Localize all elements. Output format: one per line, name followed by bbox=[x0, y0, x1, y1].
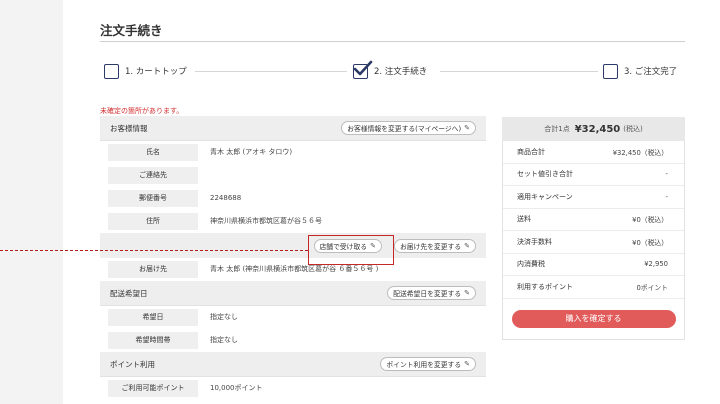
step-order-procedure: 2. 注文手続き bbox=[353, 60, 428, 79]
customer-row-contact: ご連絡先 bbox=[100, 164, 486, 187]
row-value: 神奈川県横浜市都筑区葛が谷５６号 bbox=[210, 217, 322, 225]
change-destination-button[interactable]: お届け先を変更する ✎ bbox=[393, 238, 476, 253]
delivery-section-header: 店舗で受け取る ✎ お届け先を変更する ✎ bbox=[100, 233, 486, 258]
confirm-purchase-button[interactable]: 購入を確定する bbox=[511, 309, 676, 328]
delivery-date-section-title: 配送希望日 bbox=[110, 288, 148, 298]
step-2-checkbox bbox=[353, 60, 373, 79]
customer-row-name: 氏名 青木 太郎 (アオキ タロウ) bbox=[100, 141, 486, 164]
summary-row: 送料 ¥0（税込） bbox=[503, 209, 684, 231]
edit-icon: ✎ bbox=[464, 360, 470, 368]
summary-row: 商品合計 ¥32,450（税込） bbox=[503, 141, 684, 164]
row-label: 郵便番号 bbox=[108, 189, 198, 207]
order-form: お客様情報 お客様情報を変更する(マイページへ) ✎ 氏名 青木 太郎 (アオキ… bbox=[100, 116, 486, 400]
step-order-complete: 3. ご注文完了 bbox=[603, 63, 677, 79]
delivery-row-destination: お届け先 青木 太郎 (神奈川県横浜市都筑区葛が谷 ６番５６号 ) bbox=[100, 258, 486, 281]
step-cart-top: 1. カートトップ bbox=[104, 63, 187, 79]
row-label: 氏名 bbox=[108, 143, 198, 161]
delivery-date-section-header: 配送希望日 配送希望日を変更する ✎ bbox=[100, 281, 486, 306]
row-label: 住所 bbox=[108, 212, 198, 230]
points-section-title: ポイント利用 bbox=[110, 359, 155, 369]
unconfirmed-warning: 未確定の箇所があります。 bbox=[100, 107, 184, 115]
step-3-checkbox bbox=[603, 63, 618, 79]
delivery-time-row: 希望時間帯 指定なし bbox=[100, 329, 486, 352]
step-connector-1 bbox=[195, 71, 347, 72]
change-customer-info-button[interactable]: お客様情報を変更する(マイページへ) ✎ bbox=[341, 121, 476, 135]
edit-icon: ✎ bbox=[464, 124, 470, 132]
points-section-header: ポイント利用 ポイント利用を変更する ✎ bbox=[100, 352, 486, 377]
summary-row: 決済手数料 ¥0（税込） bbox=[503, 231, 684, 254]
customer-row-address: 住所 神奈川県横浜市都筑区葛が谷５６号 bbox=[100, 210, 486, 233]
points-available-row: ご利用可能ポイント 10,000ポイント bbox=[100, 377, 486, 400]
step-connector-2 bbox=[440, 71, 598, 72]
summary-row: セット値引き合計 - bbox=[503, 164, 684, 186]
row-value: 青木 太郎 (アオキ タロウ) bbox=[210, 148, 293, 156]
confirm-wrap: 購入を確定する bbox=[503, 299, 684, 339]
change-delivery-date-button[interactable]: 配送希望日を変更する ✎ bbox=[387, 286, 476, 300]
summary-tax-note: (税込) bbox=[623, 125, 643, 133]
delivery-date-row: 希望日 指定なし bbox=[100, 306, 486, 329]
customer-section-header: お客様情報 お客様情報を変更する(マイページへ) ✎ bbox=[100, 116, 486, 141]
edit-icon: ✎ bbox=[464, 289, 470, 297]
step-2-label: 2. 注文手続き bbox=[374, 67, 428, 77]
row-label: ご利用可能ポイント bbox=[108, 379, 198, 397]
row-label: お届け先 bbox=[108, 260, 198, 278]
customer-section-title: お客様情報 bbox=[110, 123, 148, 133]
row-value: 指定なし bbox=[210, 313, 238, 321]
order-summary: 合計1点 ¥32,450 (税込) 商品合計 ¥32,450（税込） セット値引き… bbox=[502, 117, 685, 340]
left-margin-panel bbox=[0, 0, 63, 404]
step-3-label: 3. ご注文完了 bbox=[624, 67, 678, 77]
summary-row: 利用するポイント 0ポイント bbox=[503, 276, 684, 299]
summary-count: 合計1点 bbox=[544, 125, 570, 133]
title-divider bbox=[100, 41, 685, 42]
highlight-dashed-line bbox=[0, 250, 308, 251]
row-value: 青木 太郎 (神奈川県横浜市都筑区葛が谷 ６番５６号 ) bbox=[210, 265, 379, 273]
summary-body: 商品合計 ¥32,450（税込） セット値引き合計 - 適用キャンペーン - 送料 ¥0… bbox=[502, 141, 685, 340]
summary-row: 内消費税 ¥2,950 bbox=[503, 254, 684, 276]
row-value: 指定なし bbox=[210, 336, 238, 344]
change-points-button[interactable]: ポイント利用を変更する ✎ bbox=[380, 357, 476, 371]
row-value: 10,000ポイント bbox=[210, 384, 263, 392]
step-1-label: 1. カートトップ bbox=[125, 67, 187, 77]
row-label: ご連絡先 bbox=[108, 166, 198, 184]
row-label: 希望時間帯 bbox=[108, 331, 198, 349]
row-label: 希望日 bbox=[108, 308, 198, 326]
page-title: 注文手続き bbox=[100, 23, 163, 38]
row-value: 2248688 bbox=[210, 194, 242, 202]
summary-total: ¥32,450 bbox=[574, 123, 621, 135]
summary-header: 合計1点 ¥32,450 (税込) bbox=[502, 117, 685, 141]
summary-row: 適用キャンペーン - bbox=[503, 186, 684, 209]
customer-row-postal: 郵便番号 2248688 bbox=[100, 187, 486, 210]
highlight-box bbox=[308, 235, 394, 265]
step-1-checkbox bbox=[104, 63, 119, 79]
check-icon bbox=[353, 60, 373, 75]
edit-icon: ✎ bbox=[464, 241, 470, 250]
